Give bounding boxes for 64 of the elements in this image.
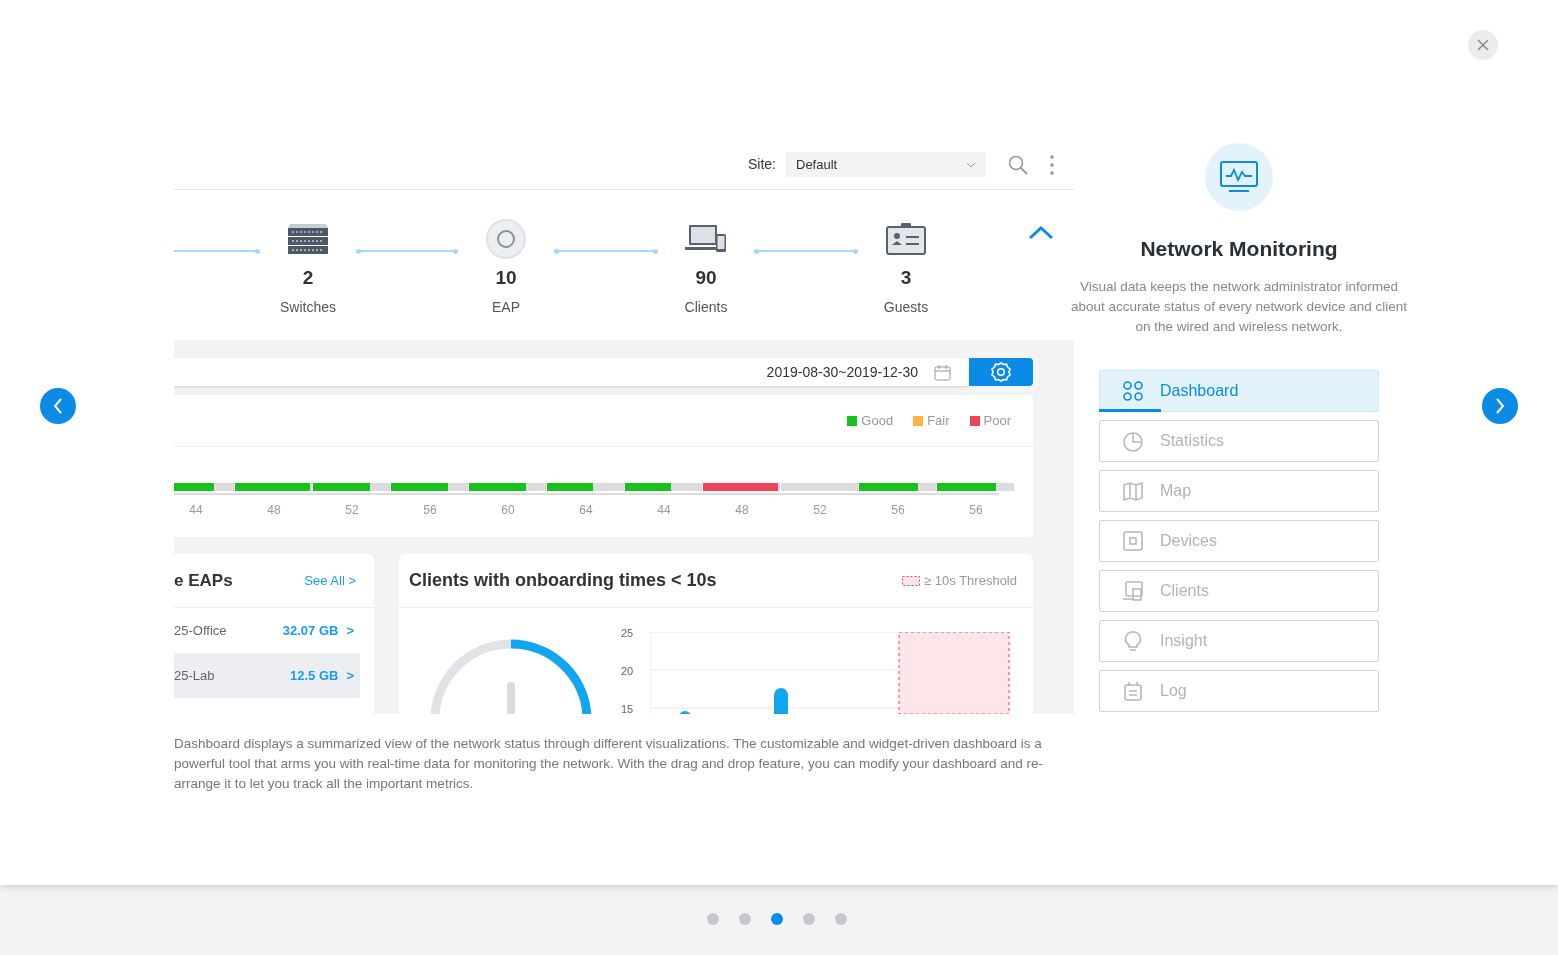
close-icon (1477, 39, 1489, 51)
chevron-down-icon (966, 161, 976, 168)
menu-item[interactable]: Clients (1099, 569, 1379, 612)
map-icon (1122, 479, 1144, 502)
axis-label: 56 (423, 502, 437, 519)
stat-label: Switches (280, 297, 336, 317)
axis-label: 56 (969, 502, 983, 519)
axis-label: 44 (657, 502, 671, 519)
legend-label: Fair (927, 411, 950, 430)
monitor-phone-icon (1122, 579, 1144, 602)
stat-count: 10 (495, 266, 517, 290)
axis-label: 25 (621, 626, 634, 641)
feature-description: Visual data keeps the network administrator informed about accurate status of every network device and client on the wired and wireless network. (1069, 277, 1409, 336)
stat-label: Clients (684, 297, 728, 317)
axis-label: 48 (735, 502, 749, 519)
card-title: Clients with onboarding times < 10s (409, 569, 717, 592)
date-range[interactable]: 2019-08-30~2019-12-30 (766, 361, 918, 383)
threshold-swatch-icon (902, 575, 921, 586)
search-icon[interactable] (1008, 154, 1028, 175)
calendar-icon[interactable] (934, 363, 951, 381)
legend-label: Poor (983, 411, 1011, 430)
axis-label: 56 (891, 502, 905, 519)
access-point-icon (485, 218, 527, 260)
stat-label: Guests (883, 297, 929, 317)
chevron-left-icon (53, 398, 63, 414)
chevron-up-icon[interactable] (1028, 226, 1054, 240)
axis-label: 52 (813, 502, 827, 519)
settings-button[interactable] (969, 358, 1033, 386)
threshold-legend: ≥ 10s Threshold (924, 570, 1017, 591)
chevron-right-icon (1495, 398, 1505, 414)
eap-row[interactable]: 25-Lab 12.5 GB > (174, 653, 360, 698)
axis-label: 15 (621, 702, 634, 714)
axis-label: 64 (579, 502, 593, 519)
legend-label: Good (861, 411, 894, 430)
light-bulb-icon (1122, 629, 1144, 652)
settings-icon (990, 361, 1012, 383)
calendar-list-icon (1122, 679, 1144, 702)
axis-label: 44 (189, 502, 203, 519)
axis-label: 52 (345, 502, 359, 519)
menu-item[interactable]: Map (1099, 469, 1379, 512)
feature-title: Network Monitoring (1140, 236, 1338, 262)
stat-label: EAP (492, 297, 520, 317)
description-text: Dashboard displays a summarized view of the network status through different visualizations. The customizable and widget-driven dashboard is a powerful tool that arms you with real-time data for monitoring the network. With the drag and drop feature, you can modify your dashboard and re-arrange it to let you track all the important metrics. (174, 735, 1044, 793)
more-icon[interactable] (1050, 154, 1054, 175)
card-title: e EAPs (174, 569, 233, 592)
menu-item[interactable]: Log (1099, 669, 1379, 712)
menu-item[interactable]: Dashboard (1099, 369, 1379, 412)
guest-badge-icon (885, 222, 927, 256)
stat-count: 3 (900, 266, 912, 290)
site-label: Site: (748, 155, 776, 174)
menu-item[interactable]: Statistics (1099, 419, 1379, 462)
stat-count: 90 (695, 266, 717, 290)
axis-label: 60 (501, 502, 515, 519)
device-icon (1122, 529, 1144, 552)
dashboard-icon (1122, 379, 1144, 402)
menu-item[interactable]: Devices (1099, 519, 1379, 562)
see-all-link[interactable]: See All > (304, 570, 356, 591)
pie-chart-icon (1122, 429, 1144, 452)
axis-label: 48 (267, 502, 281, 519)
axis-label: 20 (621, 664, 634, 679)
stat-count: 2 (302, 266, 314, 290)
menu-item[interactable]: Insight (1099, 619, 1379, 662)
site-dropdown[interactable]: Default (786, 152, 986, 177)
switch-stack-icon (286, 222, 330, 256)
